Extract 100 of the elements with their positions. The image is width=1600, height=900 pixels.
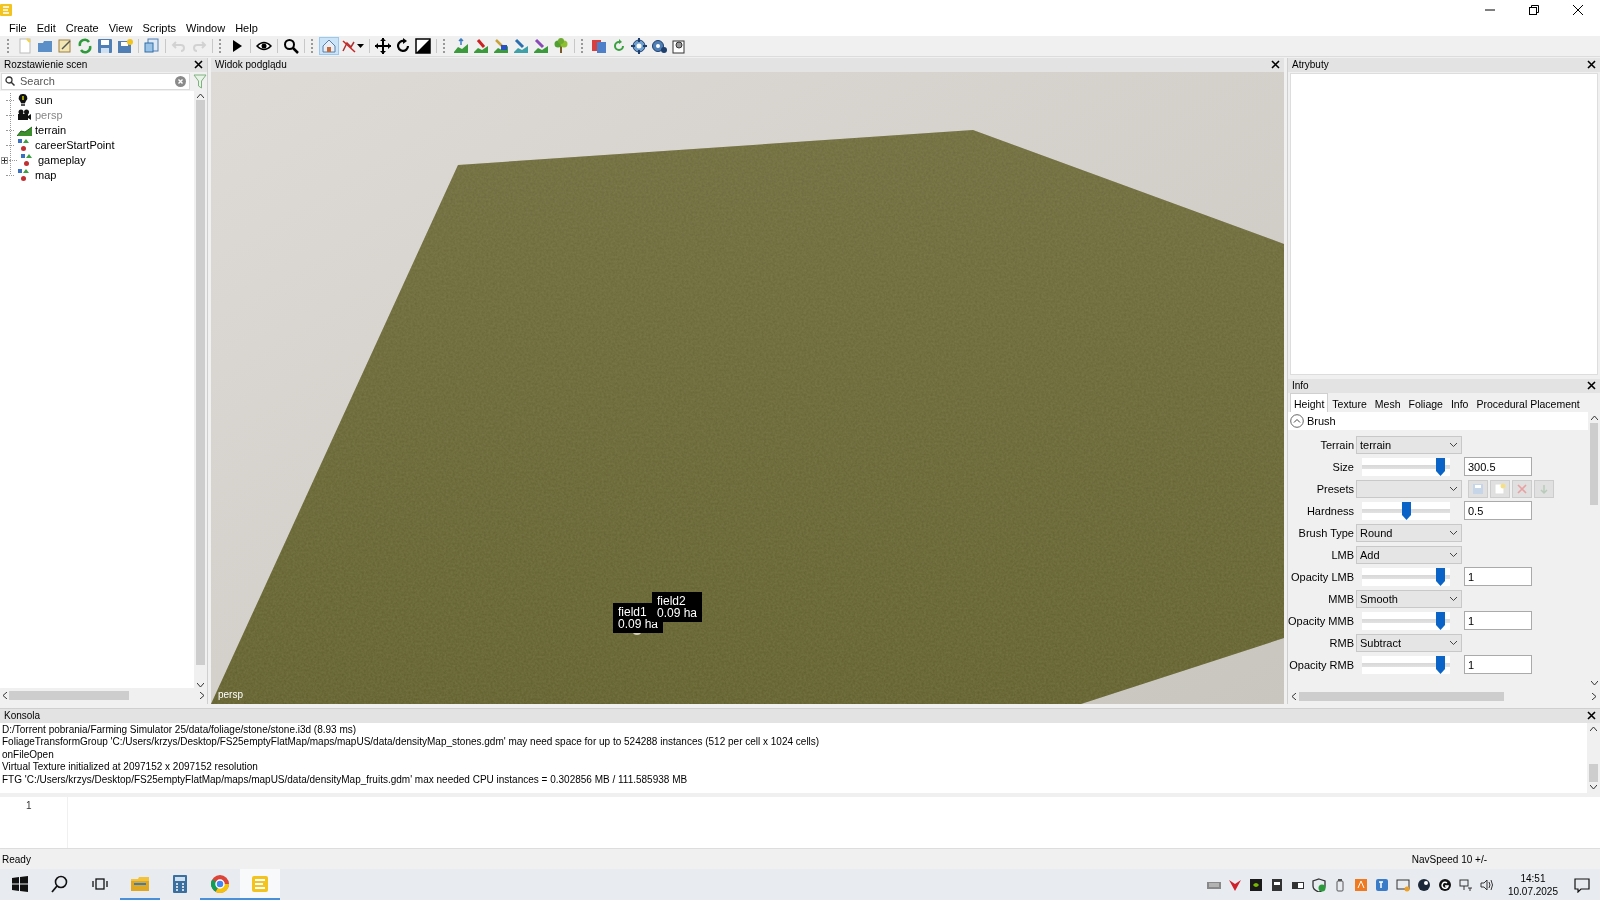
scroll-down-icon [1590, 680, 1598, 686]
menu-item[interactable]: View [103, 21, 138, 34]
scrollbar-thumb[interactable] [1589, 763, 1598, 782]
tree-item[interactable]: gameplay [38, 154, 86, 167]
editor-app-icon [250, 873, 270, 894]
menu-item[interactable]: Window [181, 21, 231, 34]
console-line: Virtual Texture initialized at 2097152 x 2097152 resolution [2, 761, 259, 774]
toolbar-button[interactable] [629, 36, 649, 55]
home-icon [321, 37, 337, 54]
scroll-up-icon [197, 92, 204, 98]
value-field[interactable]: 300.5 [1464, 457, 1532, 477]
clock-date[interactable]: 10.07.2025 [1507, 884, 1558, 898]
slider[interactable] [1362, 611, 1450, 630]
tab[interactable]: Procedural Placement [1472, 393, 1584, 412]
menu-item[interactable]: Scripts [137, 21, 181, 34]
value-field[interactable]: 1 [1464, 567, 1532, 587]
slider-thumb[interactable] [1435, 457, 1445, 476]
expand-button[interactable] [1, 156, 8, 164]
caret-icon [1449, 485, 1458, 492]
caret-icon [1449, 441, 1458, 448]
tab[interactable]: Height [1290, 392, 1329, 412]
search-field[interactable]: Search [1, 72, 190, 90]
dropdown[interactable]: Subtract [1356, 633, 1462, 652]
menu-item[interactable]: Help [230, 21, 263, 34]
scrollbar-thumb[interactable] [9, 691, 129, 701]
tray-app-icon[interactable] [1374, 877, 1389, 892]
caret-icon [1449, 639, 1458, 646]
close-icon[interactable] [194, 60, 203, 70]
toolbar-button[interactable] [491, 36, 511, 55]
scrollbar[interactable] [1587, 722, 1600, 793]
menu-item[interactable]: Edit [31, 21, 61, 34]
clock-time[interactable]: 14:51 [1520, 871, 1546, 885]
collapse-icon[interactable] [1290, 413, 1304, 428]
scrollbar-thumb[interactable] [1299, 691, 1504, 701]
tab[interactable]: Texture [1328, 393, 1371, 412]
taskbar-app[interactable] [240, 869, 280, 900]
restore-icon[interactable] [1529, 4, 1539, 15]
slider-thumb[interactable] [1435, 611, 1445, 630]
close-icon[interactable] [1573, 4, 1583, 15]
slider[interactable] [1362, 567, 1450, 586]
slider-thumb[interactable] [1435, 567, 1445, 586]
scrollbar-thumb[interactable] [1590, 422, 1598, 505]
field-label: field2 0.09 ha [652, 591, 703, 622]
status-text: Ready [2, 853, 31, 865]
toolbar-button[interactable] [281, 36, 301, 55]
terrain-arrow-icon [453, 37, 469, 54]
tree-item[interactable]: terrain [35, 124, 67, 137]
dropdown[interactable]: terrain [1356, 435, 1462, 454]
field-label: Opacity RMB [1288, 658, 1354, 671]
scrollbar-thumb[interactable] [196, 99, 205, 665]
slider-thumb[interactable] [1435, 655, 1445, 674]
toolbar-button[interactable] [413, 36, 433, 55]
speaker-icon[interactable] [1479, 877, 1494, 892]
eye-square-icon[interactable] [1248, 877, 1263, 892]
notification-icon[interactable] [1574, 876, 1590, 893]
menu-item[interactable]: Create [60, 21, 104, 34]
scrollbar[interactable] [194, 90, 207, 688]
close-icon[interactable] [1587, 60, 1596, 70]
toolbar-button[interactable] [373, 36, 393, 55]
value-field[interactable]: 1 [1464, 611, 1532, 631]
refresh-icon [611, 37, 627, 54]
scroll-left-icon [2, 692, 7, 700]
close-icon[interactable] [1587, 381, 1596, 391]
scroll-right-icon [200, 692, 205, 700]
caret-icon [1449, 551, 1458, 558]
tab[interactable]: Info [1446, 393, 1473, 412]
caret-icon [1449, 595, 1458, 602]
field-label: Hardness [1305, 504, 1354, 517]
menu-item[interactable]: File [4, 21, 32, 34]
close-icon[interactable] [1587, 711, 1596, 721]
shield-icon[interactable] [1311, 877, 1326, 892]
monitor-icon[interactable] [1395, 877, 1410, 892]
slider-thumb[interactable] [1402, 501, 1411, 520]
slider[interactable] [1362, 501, 1450, 520]
document-icon [671, 37, 687, 54]
script-input[interactable]: 1 [0, 796, 1600, 849]
network-icon[interactable] [1458, 877, 1473, 892]
close-icon[interactable] [1271, 60, 1280, 70]
transform-icon [20, 153, 35, 168]
tab[interactable]: Foliage [1404, 393, 1447, 412]
refresh-icon [77, 37, 93, 54]
dropdown[interactable]: Smooth [1356, 589, 1462, 608]
dropdown[interactable]: Add [1356, 545, 1462, 564]
crossed-terrain-icon [341, 37, 357, 54]
square-icon[interactable] [1269, 877, 1284, 892]
value-field[interactable]: 0.5 [1464, 501, 1532, 521]
tree-item[interactable]: careerStartPoint [35, 139, 115, 152]
value-field[interactable]: 1 [1464, 655, 1532, 675]
console-line: D:/Torrent pobrania/Farming Simulator 25/data/foliage/stone/stone.i3d (8.93 ms) [2, 723, 358, 737]
tree-item[interactable]: sun [35, 94, 53, 107]
slider[interactable] [1362, 655, 1450, 674]
tree-item[interactable]: persp [35, 109, 63, 122]
tree-item[interactable]: map [35, 169, 57, 182]
v-shield-icon[interactable] [1227, 877, 1242, 892]
clear-icon[interactable] [175, 75, 186, 87]
dropdown[interactable]: Round [1356, 523, 1462, 542]
panel-title: Atrybuty [1292, 59, 1329, 71]
field-label: Opacity LMB [1290, 570, 1354, 583]
slider[interactable] [1362, 457, 1450, 476]
tab[interactable]: Mesh [1370, 393, 1405, 412]
